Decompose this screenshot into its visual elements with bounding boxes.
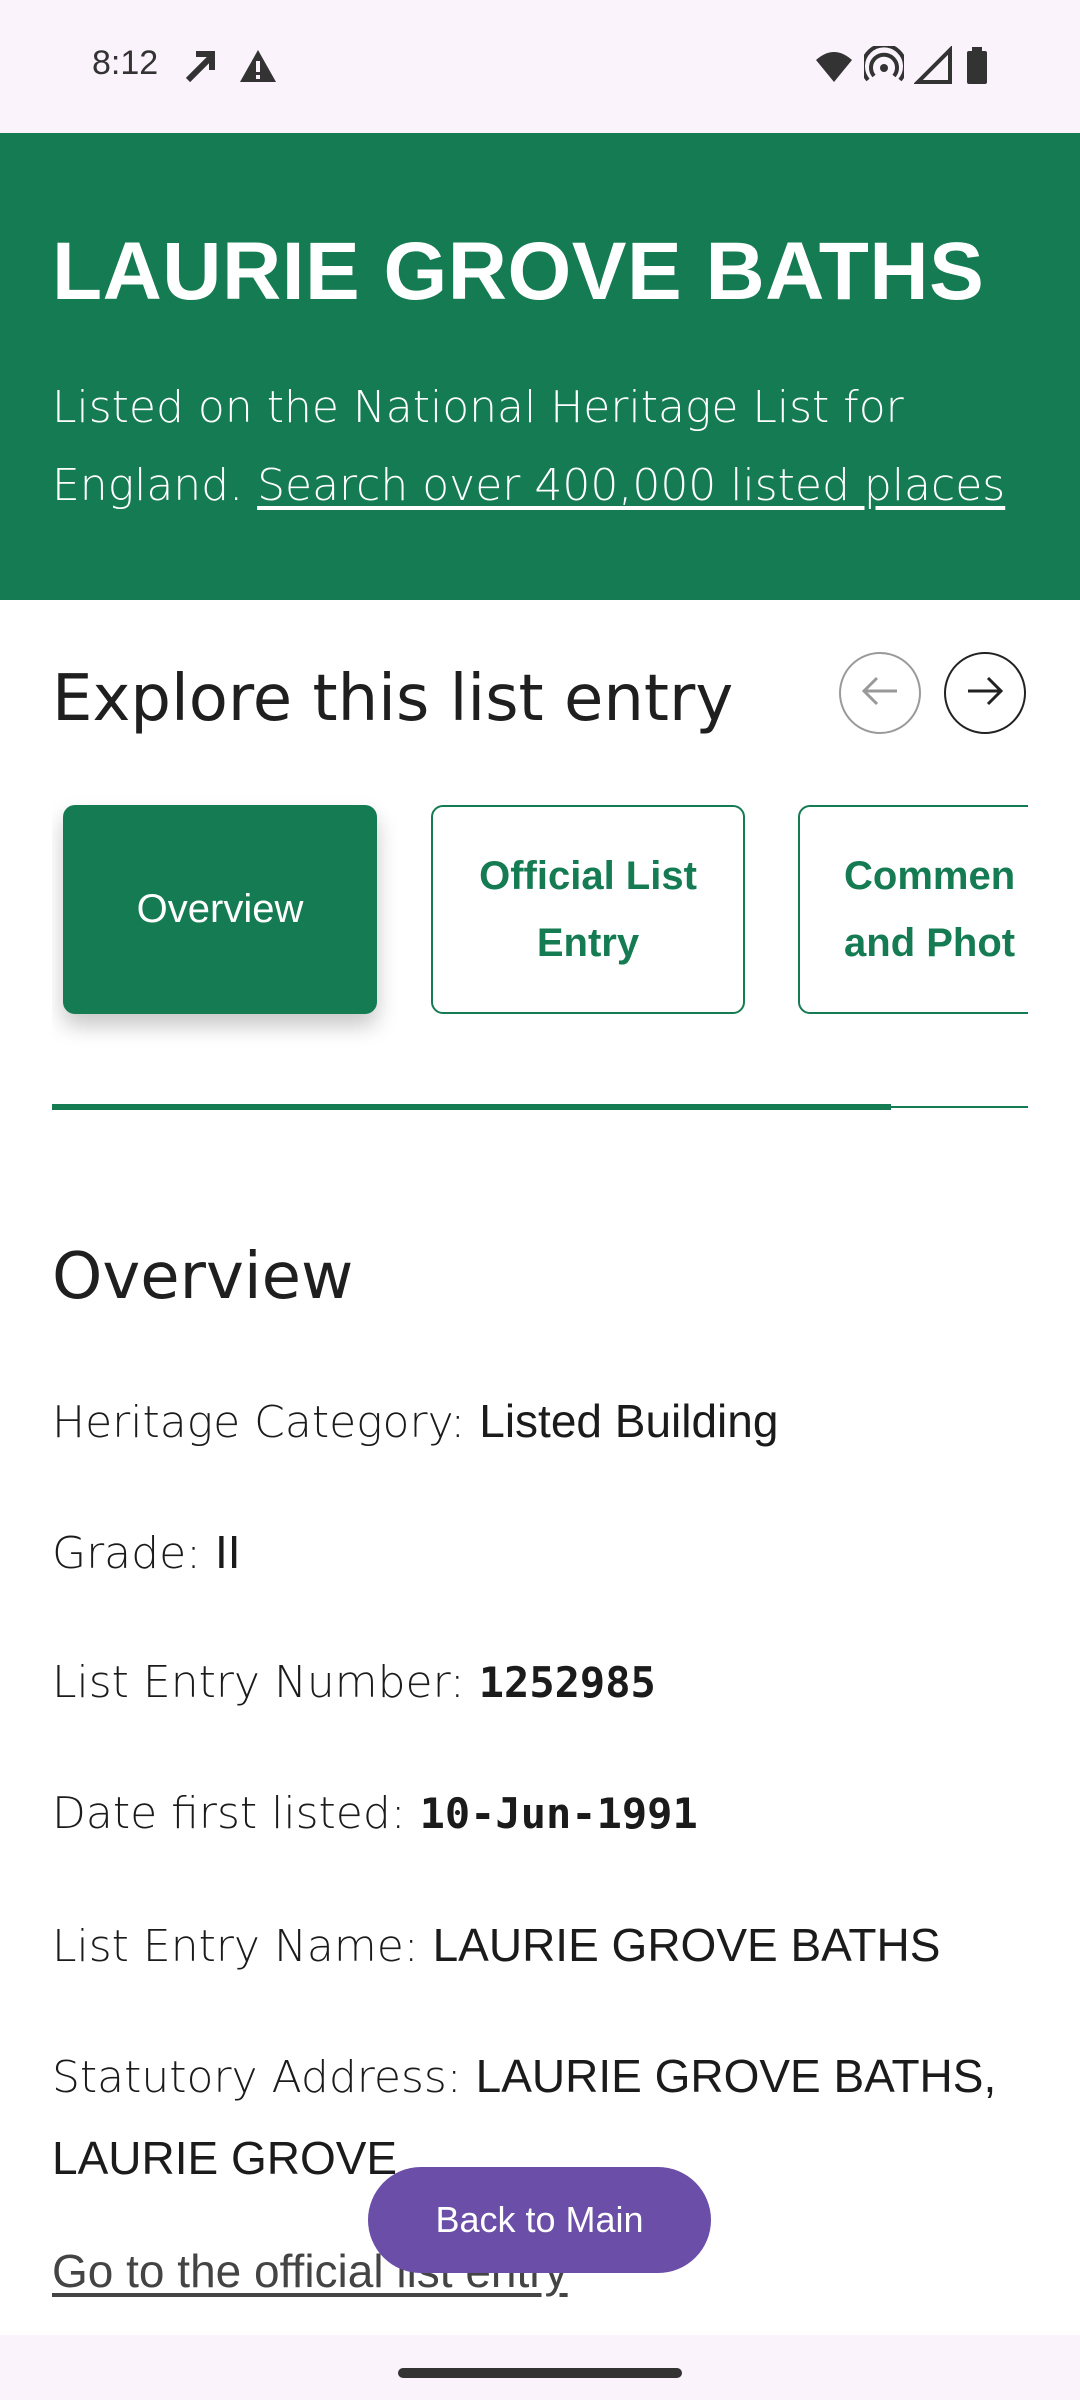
wifi-icon (814, 46, 854, 90)
field-label: Date first listed: (52, 1788, 406, 1839)
navigation-bar (0, 2335, 1080, 2400)
grade-field: Grade: II (52, 1512, 1042, 1594)
hero-banner: LAURIE GROVE BATHS Listed on the Nationa… (0, 133, 1080, 600)
home-gesture-handle[interactable] (398, 2368, 682, 2378)
tab-official-list-entry-label: Official List Entry (479, 853, 697, 965)
heritage-category-field: Heritage Category: Listed Building (52, 1381, 1042, 1463)
field-value: 10-Jun-1991 (419, 1789, 698, 1838)
explore-heading: Explore this list entry (52, 662, 734, 736)
date-first-listed-field: Date first listed: 10-Jun-1991 (52, 1774, 1042, 1854)
page-title: LAURIE GROVE BATHS (52, 226, 985, 317)
field-value: Listed Building (479, 1395, 779, 1447)
overview-heading: Overview (52, 1240, 354, 1314)
field-label: List Entry Name: (52, 1921, 419, 1972)
previous-tab-button[interactable] (839, 652, 921, 734)
field-value: 1252985 (478, 1658, 656, 1707)
tab-comments-and-photos[interactable]: Commen and Phot (798, 805, 1028, 1014)
tab-comments-and-photos-label: Commen and Phot (844, 843, 1015, 977)
arrow-right-icon (962, 668, 1008, 718)
next-tab-button[interactable] (944, 652, 1026, 734)
status-time: 8:12 (92, 44, 159, 82)
tab-official-list-entry[interactable]: Official List Entry (431, 805, 745, 1014)
list-entry-name-field: List Entry Name: LAURIE GROVE BATHS (52, 1905, 1042, 1987)
signal-icon (913, 45, 954, 90)
tab-comments-line-2: and Phot (844, 920, 1016, 965)
field-value: LAURIE GROVE BATHS (432, 1919, 941, 1971)
tab-scroll-indicator (52, 1104, 892, 1110)
hotspot-icon (861, 43, 907, 90)
navigation-arrow-icon (180, 46, 220, 90)
field-label: Heritage Category: (52, 1397, 466, 1448)
search-listed-places-link[interactable]: Search over 400,000 listed places (257, 460, 1005, 511)
field-label: Grade: (52, 1528, 201, 1579)
field-value: II (214, 1526, 241, 1578)
tab-overview-label: Overview (136, 887, 304, 931)
battery-icon (964, 46, 990, 90)
field-label: Statutory Address: (52, 2052, 462, 2103)
list-entry-number-field: List Entry Number: 1252985 (52, 1643, 1042, 1723)
tab-carousel[interactable]: Overview Official List Entry Commen and … (52, 790, 1028, 1080)
status-bar: 8:12 (0, 0, 1080, 133)
warning-icon (238, 46, 278, 90)
hero-description: Listed on the National Heritage List for… (52, 369, 1052, 525)
tab-overview[interactable]: Overview (63, 805, 377, 1014)
arrow-left-icon (857, 668, 903, 718)
field-label: List Entry Number: (52, 1657, 465, 1708)
back-to-main-button[interactable]: Back to Main (368, 2167, 711, 2273)
tab-comments-line-1: Commen (844, 853, 1016, 898)
